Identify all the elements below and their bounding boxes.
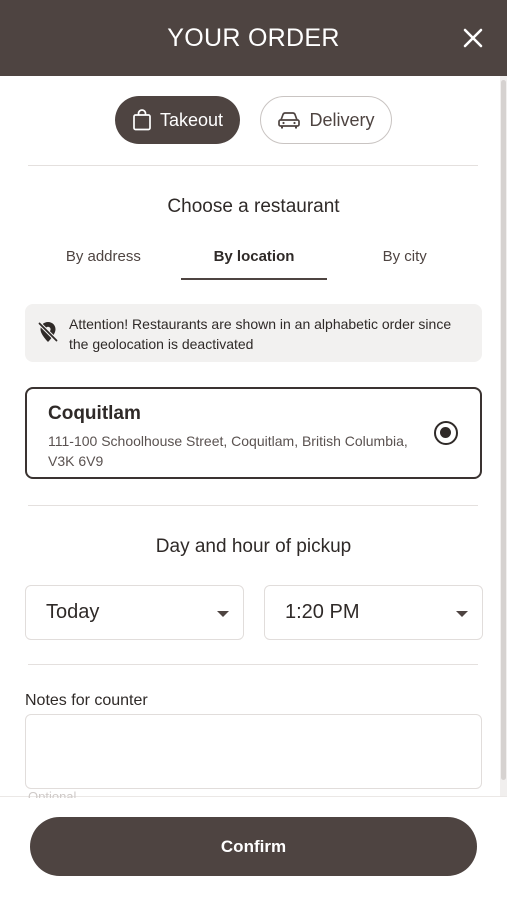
notes-hint-text: Optional bbox=[28, 789, 77, 798]
radio-selected-dot bbox=[440, 427, 451, 438]
restaurant-option-coquitlam[interactable]: Coquitlam 111-100 Schoolhouse Street, Co… bbox=[25, 387, 482, 479]
pickup-time-value: 1:20 PM bbox=[285, 601, 360, 623]
takeout-button[interactable]: Takeout bbox=[115, 96, 240, 144]
pickup-day-value: Today bbox=[46, 601, 100, 623]
header: YOUR ORDER bbox=[0, 0, 507, 76]
footer: Optional Confirm bbox=[0, 789, 507, 901]
close-button[interactable] bbox=[459, 24, 487, 52]
page-title: YOUR ORDER bbox=[167, 23, 340, 52]
tab-by-location[interactable]: By location bbox=[179, 232, 330, 280]
divider bbox=[28, 664, 478, 665]
chevron-down-icon bbox=[217, 611, 229, 617]
restaurant-address: 111-100 Schoolhouse Street, Coquitlam, B… bbox=[48, 433, 408, 469]
divider bbox=[28, 505, 478, 506]
scrollbar[interactable] bbox=[500, 76, 507, 798]
active-tab-indicator bbox=[180, 278, 328, 280]
tab-label: By city bbox=[382, 247, 427, 265]
restaurant-radio-button[interactable] bbox=[434, 421, 458, 445]
tab-by-address[interactable]: By address bbox=[28, 232, 179, 280]
restaurant-name: Coquitlam bbox=[48, 403, 141, 424]
chevron-down-icon bbox=[456, 611, 468, 617]
divider bbox=[28, 165, 478, 166]
pickup-time-select[interactable]: 1:20 PM bbox=[264, 585, 483, 640]
close-icon bbox=[463, 28, 483, 48]
tab-label: By location bbox=[213, 247, 295, 265]
notes-input[interactable] bbox=[25, 714, 482, 789]
car-icon bbox=[278, 112, 301, 129]
takeout-label: Takeout bbox=[159, 109, 224, 130]
order-mode-toggle: Takeout Delivery bbox=[0, 96, 507, 144]
geolocation-notice: Attention! Restaurants are shown in an a… bbox=[25, 304, 482, 362]
pickup-title: Day and hour of pickup bbox=[155, 536, 352, 557]
restaurant-search-tabs: By address By location By city bbox=[28, 232, 480, 280]
tab-label: By address bbox=[65, 247, 141, 265]
notes-label: Notes for counter bbox=[25, 692, 148, 709]
delivery-label: Delivery bbox=[309, 109, 375, 130]
scrollbar-thumb[interactable] bbox=[501, 80, 506, 780]
confirm-button[interactable]: Confirm bbox=[30, 817, 477, 876]
choose-restaurant-title: Choose a restaurant bbox=[167, 196, 340, 217]
location-off-icon bbox=[37, 321, 59, 343]
shopping-bag-icon bbox=[133, 109, 151, 131]
pickup-day-select[interactable]: Today bbox=[25, 585, 244, 640]
confirm-label: Confirm bbox=[220, 836, 287, 856]
tab-by-city[interactable]: By city bbox=[329, 232, 480, 280]
delivery-button[interactable]: Delivery bbox=[260, 96, 392, 144]
notice-text: Attention! Restaurants are shown in an a… bbox=[69, 316, 452, 352]
